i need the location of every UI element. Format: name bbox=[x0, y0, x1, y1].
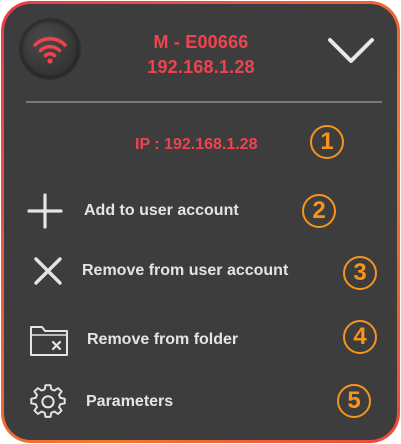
step-badge-5: 5 bbox=[337, 384, 371, 418]
menu-item-label: Add to user account bbox=[84, 202, 239, 219]
wifi-status-button[interactable] bbox=[21, 20, 79, 78]
step-badge-4: 4 bbox=[343, 320, 377, 354]
add-to-user-account-button[interactable]: Add to user account bbox=[26, 192, 239, 230]
step-badge-1: 1 bbox=[310, 125, 344, 159]
device-card-frame: M - E00666 192.168.1.28 IP : 192.168.1.2… bbox=[1, 1, 400, 443]
chevron-down-icon bbox=[328, 38, 374, 63]
menu-item-label: Parameters bbox=[86, 393, 174, 410]
remove-from-folder-button[interactable]: Remove from folder bbox=[29, 322, 238, 358]
folder-remove-icon bbox=[29, 322, 69, 358]
device-card: M - E00666 192.168.1.28 IP : 192.168.1.2… bbox=[4, 4, 397, 440]
remove-from-user-account-button[interactable]: Remove from user account bbox=[33, 256, 288, 286]
device-ip: 192.168.1.28 bbox=[147, 57, 255, 77]
header-divider bbox=[26, 101, 382, 103]
menu-item-label: Remove from user account bbox=[82, 262, 289, 279]
parameters-button[interactable]: Parameters bbox=[30, 384, 173, 420]
ip-address-line: IP : 192.168.1.28 bbox=[135, 136, 258, 153]
menu-item-label: Remove from folder bbox=[87, 331, 239, 348]
device-name: M - E00666 bbox=[153, 32, 249, 52]
wifi-icon bbox=[33, 37, 67, 64]
step-badge-3: 3 bbox=[343, 256, 377, 290]
gear-icon bbox=[30, 384, 66, 420]
collapse-button[interactable] bbox=[326, 30, 376, 70]
x-icon bbox=[33, 256, 63, 286]
plus-icon bbox=[26, 192, 64, 230]
step-badge-2: 2 bbox=[302, 194, 336, 228]
